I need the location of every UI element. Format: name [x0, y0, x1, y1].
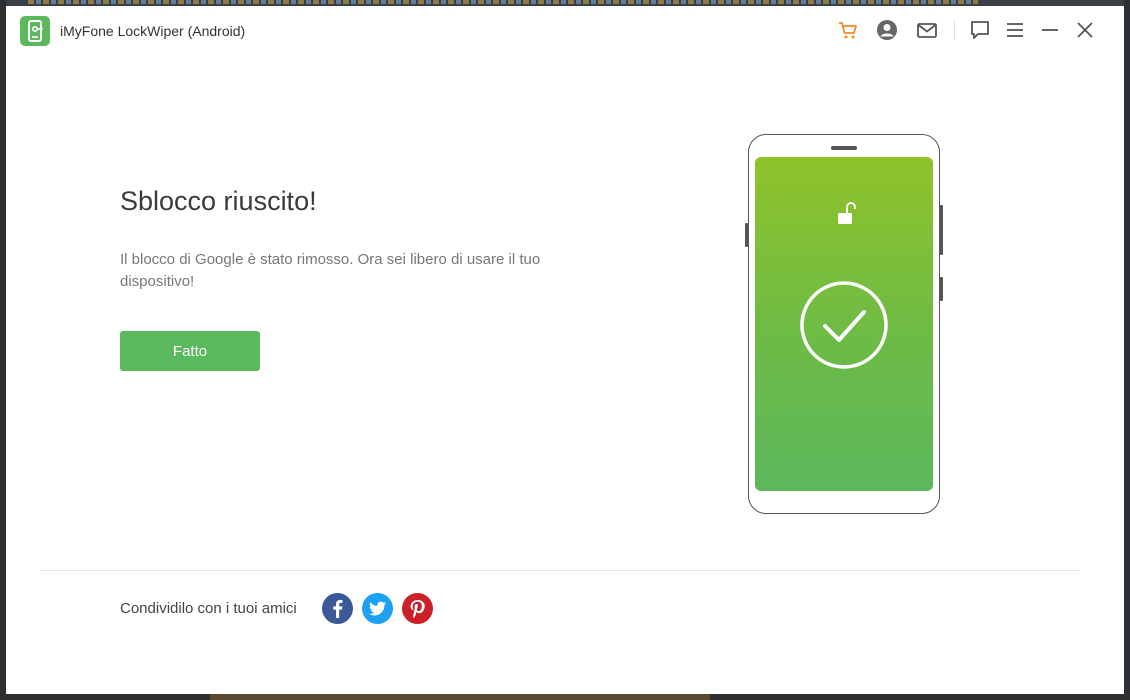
phone-speaker [831, 146, 857, 150]
background-bottom-strip [0, 694, 1130, 700]
success-message: Il blocco di Google è stato rimosso. Ora… [120, 251, 541, 290]
minimize-icon[interactable] [1038, 18, 1062, 42]
phone-power-button [940, 277, 943, 301]
mail-icon[interactable] [915, 18, 939, 42]
phone-illustration [745, 134, 943, 514]
success-check-icon [798, 279, 890, 371]
menu-icon[interactable] [1003, 18, 1027, 42]
background-right-edge [1124, 0, 1130, 700]
share-label: Condividilo con i tuoi amici [120, 600, 297, 617]
window-title: iMyFone LockWiper (Android) [60, 23, 246, 39]
phone-side-button [745, 223, 748, 247]
account-icon[interactable] [875, 18, 899, 42]
background-code-line [28, 0, 978, 4]
footer-divider [40, 570, 1080, 571]
success-headline: Sblocco riuscito! [120, 186, 317, 216]
feedback-icon[interactable] [968, 18, 992, 42]
pinterest-icon[interactable] [402, 593, 433, 624]
background-bottom-highlight [210, 694, 710, 700]
done-button[interactable]: Fatto [120, 331, 260, 371]
unlocked-padlock-icon [835, 201, 859, 227]
app-window: iMyFone LockWiper (Android) Sblocco rius… [6, 6, 1124, 694]
twitter-icon[interactable] [362, 593, 393, 624]
titlebar-separator [954, 20, 955, 40]
facebook-icon[interactable] [322, 593, 353, 624]
cart-icon[interactable] [836, 18, 860, 42]
phone-screen [755, 157, 933, 491]
phone-volume-button [940, 205, 943, 255]
close-icon[interactable] [1073, 18, 1097, 42]
app-logo-icon [20, 16, 50, 46]
title-bar: iMyFone LockWiper (Android) [6, 6, 1124, 56]
